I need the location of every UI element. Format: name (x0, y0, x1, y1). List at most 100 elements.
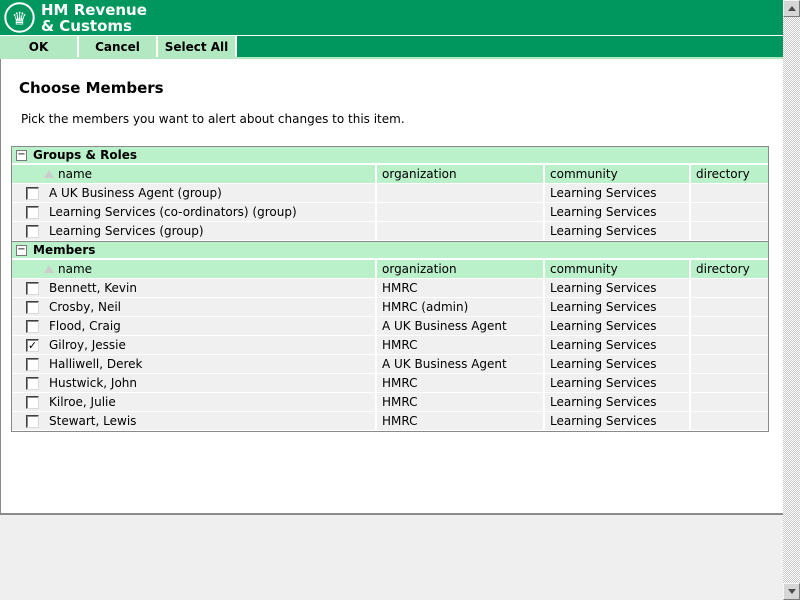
select-all-button[interactable]: Select All (158, 36, 237, 57)
cancel-button[interactable]: Cancel (79, 36, 158, 57)
column-header-directory[interactable]: directory (689, 260, 768, 278)
member-organization (375, 184, 543, 202)
section-header[interactable]: − Members (12, 242, 768, 260)
row-checkbox[interactable] (26, 282, 39, 295)
column-header-organization[interactable]: organization (375, 260, 543, 278)
column-header-community[interactable]: community (543, 260, 689, 278)
member-name: Stewart, Lewis (42, 412, 375, 430)
member-directory (689, 222, 768, 240)
member-community: Learning Services (543, 393, 689, 411)
scroll-up-icon (788, 6, 796, 11)
member-directory (689, 298, 768, 316)
member-directory (689, 336, 768, 354)
member-name: Flood, Craig (42, 317, 375, 335)
column-label: community (550, 167, 618, 181)
column-header-directory[interactable]: directory (689, 165, 768, 183)
svg-text:♛: ♛ (12, 9, 28, 29)
collapse-icon[interactable]: − (16, 150, 27, 161)
checkbox-cell (12, 184, 42, 202)
member-directory (689, 393, 768, 411)
column-header-name[interactable]: name (42, 165, 375, 183)
content-panel: Choose Members Pick the members you want… (0, 59, 783, 515)
row-checkbox[interactable] (26, 225, 39, 238)
member-organization (375, 203, 543, 221)
row-checkbox[interactable] (26, 377, 39, 390)
member-row: Learning Services (group) Learning Servi… (12, 222, 768, 241)
row-checkbox[interactable] (26, 187, 39, 200)
member-community: Learning Services (543, 279, 689, 297)
vertical-scrollbar[interactable] (783, 0, 800, 600)
column-header-row: name organization community directory (12, 165, 768, 184)
section-title: Groups & Roles (33, 148, 137, 162)
column-header-checkbox-spacer (12, 260, 42, 278)
ok-button[interactable]: OK (0, 36, 79, 57)
member-community: Learning Services (543, 412, 689, 430)
row-checkbox[interactable] (26, 206, 39, 219)
member-row: Kilroe, Julie HMRC Learning Services (12, 393, 768, 412)
main-pane: ♛ HM Revenue & Customs OK Cancel Select … (0, 0, 783, 600)
member-organization: A UK Business Agent (375, 317, 543, 335)
member-name: Hustwick, John (42, 374, 375, 392)
bottom-gutter (0, 515, 783, 600)
member-community: Learning Services (543, 222, 689, 240)
brand-title-line1: HM Revenue (41, 2, 147, 18)
page-title: Choose Members (19, 79, 783, 97)
member-name: Halliwell, Derek (42, 355, 375, 373)
member-community: Learning Services (543, 355, 689, 373)
member-community: Learning Services (543, 298, 689, 316)
member-directory (689, 374, 768, 392)
checkbox-cell: ✓ (12, 336, 42, 354)
toolbar-spacer (237, 36, 783, 57)
brand-header: ♛ HM Revenue & Customs (0, 0, 783, 36)
member-organization: HMRC (admin) (375, 298, 543, 316)
row-checkbox[interactable] (26, 396, 39, 409)
member-name: Learning Services (co-ordinators) (group… (42, 203, 375, 221)
member-name: A UK Business Agent (group) (42, 184, 375, 202)
scroll-up-button[interactable] (783, 0, 800, 17)
member-directory (689, 412, 768, 430)
member-name: Bennett, Kevin (42, 279, 375, 297)
member-row: Bennett, Kevin HMRC Learning Services (12, 279, 768, 298)
column-header-organization[interactable]: organization (375, 165, 543, 183)
row-checkbox[interactable]: ✓ (26, 339, 39, 352)
checkbox-cell (12, 203, 42, 221)
scroll-down-icon (788, 589, 796, 594)
sort-ascending-icon (44, 265, 54, 273)
member-name: Gilroy, Jessie (42, 336, 375, 354)
member-organization: HMRC (375, 393, 543, 411)
section-header[interactable]: − Groups & Roles (12, 147, 768, 165)
row-checkbox[interactable] (26, 415, 39, 428)
member-directory (689, 279, 768, 297)
brand-title-line2: & Customs (41, 18, 147, 34)
member-name: Learning Services (group) (42, 222, 375, 240)
table-section: − Groups & Roles name organization commu… (12, 147, 768, 241)
member-directory (689, 355, 768, 373)
member-organization: HMRC (375, 279, 543, 297)
scrollbar-track[interactable] (783, 17, 800, 583)
member-name: Crosby, Neil (42, 298, 375, 316)
column-label: directory (696, 262, 750, 276)
member-organization: A UK Business Agent (375, 355, 543, 373)
member-row: A UK Business Agent (group) Learning Ser… (12, 184, 768, 203)
member-row: Flood, Craig A UK Business Agent Learnin… (12, 317, 768, 336)
collapse-icon[interactable]: − (16, 245, 27, 256)
scroll-down-button[interactable] (783, 583, 800, 600)
column-header-community[interactable]: community (543, 165, 689, 183)
member-community: Learning Services (543, 374, 689, 392)
member-organization (375, 222, 543, 240)
row-checkbox[interactable] (26, 320, 39, 333)
member-name: Kilroe, Julie (42, 393, 375, 411)
row-checkbox[interactable] (26, 358, 39, 371)
section-title: Members (33, 243, 95, 257)
checkbox-cell (12, 412, 42, 430)
member-row: ✓ Gilroy, Jessie HMRC Learning Services (12, 336, 768, 355)
member-organization: HMRC (375, 336, 543, 354)
checkbox-cell (12, 355, 42, 373)
member-community: Learning Services (543, 203, 689, 221)
column-label: name (58, 262, 92, 276)
member-directory (689, 203, 768, 221)
member-organization: HMRC (375, 412, 543, 430)
member-row: Learning Services (co-ordinators) (group… (12, 203, 768, 222)
row-checkbox[interactable] (26, 301, 39, 314)
column-header-name[interactable]: name (42, 260, 375, 278)
